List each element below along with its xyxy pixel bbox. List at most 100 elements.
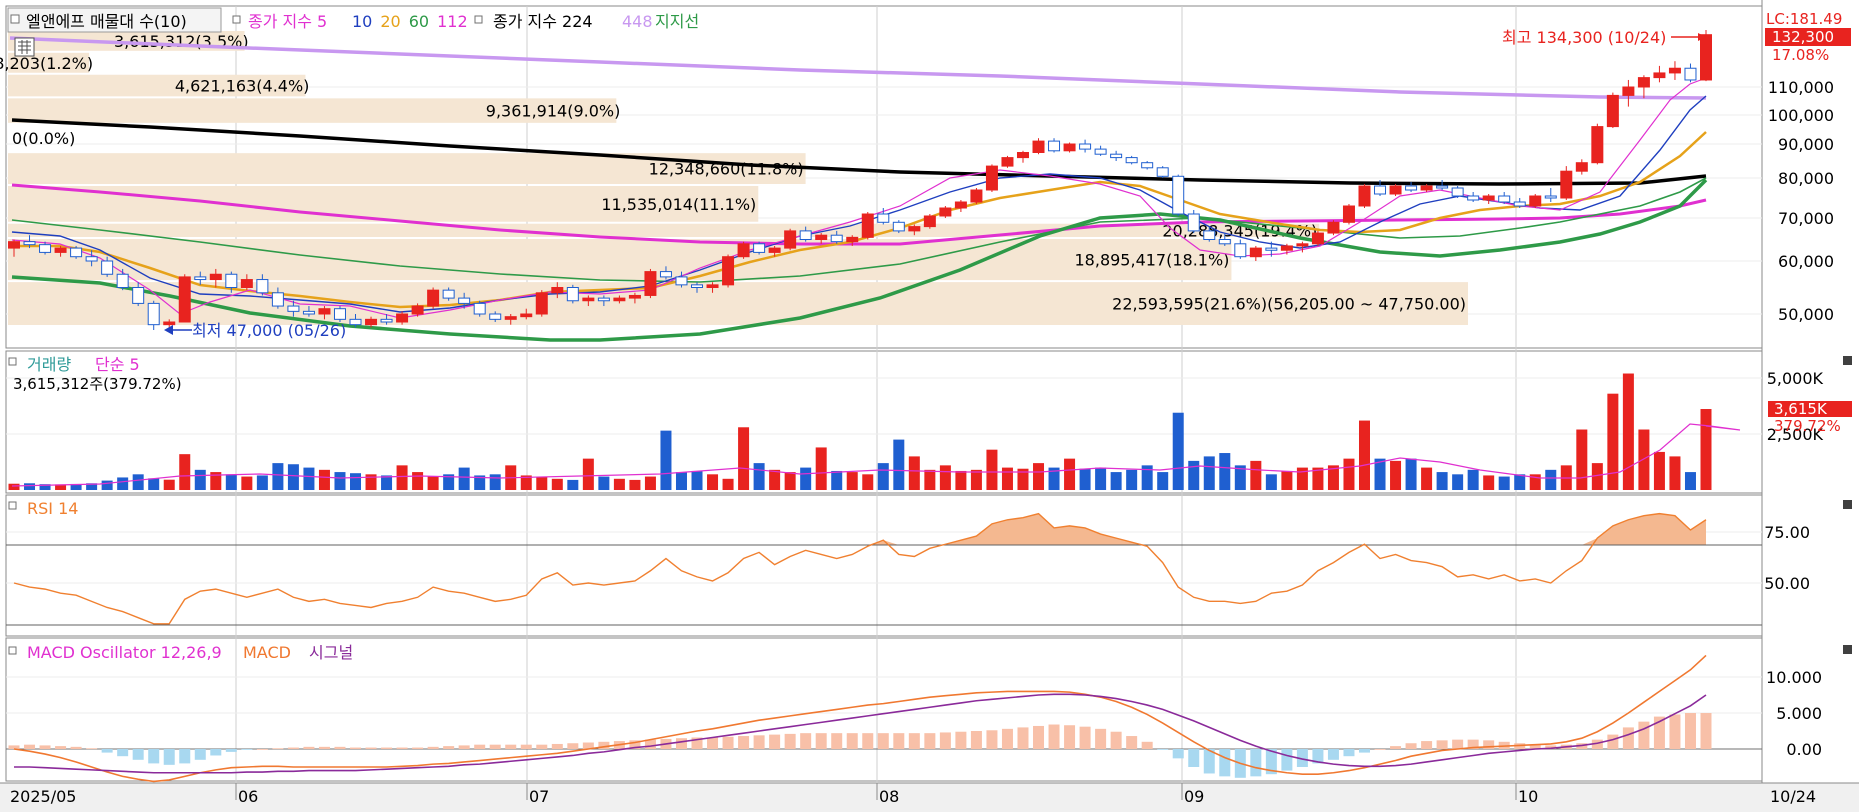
volume-bar <box>629 479 641 490</box>
volume-close-icon[interactable] <box>1843 356 1852 365</box>
candle-body <box>302 310 315 315</box>
macd-osc-bar <box>1390 746 1402 749</box>
macd-osc-bar <box>225 749 237 752</box>
volume-bar <box>1343 458 1355 490</box>
index224-label[interactable]: 종가 지수 224 <box>493 12 593 31</box>
x-axis-label: 10 <box>1518 787 1538 806</box>
rsi-close-icon[interactable] <box>1843 500 1852 509</box>
candle-body <box>1311 232 1324 245</box>
macd-osc-bar <box>1188 749 1200 767</box>
macd-osc-bar <box>148 749 160 764</box>
volume-bar <box>132 474 144 490</box>
volume-bar <box>1576 429 1588 490</box>
volume-bar <box>955 470 967 490</box>
index448-label[interactable]: 448 <box>622 12 653 31</box>
macd-osc-bar <box>1001 728 1013 749</box>
volume-bar <box>877 463 889 490</box>
candle-body <box>116 273 129 288</box>
candle-body <box>985 165 998 191</box>
candle-body <box>70 247 83 258</box>
volume-bar <box>1390 460 1402 490</box>
candle-body <box>1668 67 1681 74</box>
price-axis-label: 90,000 <box>1778 135 1834 154</box>
x-axis-label: 08 <box>879 787 899 806</box>
candle-body <box>178 276 191 323</box>
macd-osc-bar <box>831 733 843 749</box>
macd-osc-bar <box>489 744 501 749</box>
support-label[interactable]: 지지선 <box>655 12 699 31</box>
macd-osc-bar <box>1405 743 1417 749</box>
macd-osc-bar <box>256 749 268 750</box>
ma-period-label[interactable]: 10 <box>352 12 372 31</box>
macd-osc-title: MACD Oscillator 12,26,9 <box>27 643 222 662</box>
candle-body <box>489 313 502 320</box>
volume-bar <box>1514 474 1526 490</box>
volume-bar <box>551 478 563 490</box>
candle-body <box>1436 185 1449 189</box>
grid-toggle-icon[interactable] <box>14 37 35 57</box>
candle-body <box>691 284 704 289</box>
volume-bar <box>1001 467 1013 490</box>
volume-profile-label: 1,208,203(1.2%) <box>0 54 93 73</box>
candle-body <box>1482 195 1495 201</box>
macd-osc-bar <box>443 746 455 749</box>
candle-body <box>1141 162 1154 169</box>
candle-body <box>644 271 657 296</box>
macd-axis-label: 5.000 <box>1776 704 1822 723</box>
volume-bar <box>24 483 36 490</box>
volume-bar <box>707 474 719 490</box>
x-axis-label: 09 <box>1184 787 1204 806</box>
macd-osc-bar <box>70 746 82 749</box>
candle-body <box>1637 77 1650 88</box>
volume-bar <box>598 476 610 490</box>
volume-bar <box>163 479 175 490</box>
macd-osc-bar <box>458 745 470 749</box>
candle-body <box>1529 195 1542 207</box>
volume-bar <box>241 476 253 490</box>
volume-bar <box>1638 429 1650 490</box>
volume-bar <box>1622 373 1634 490</box>
volume-bar <box>1653 451 1665 490</box>
ma-legend-label[interactable]: 종가 지수 5 <box>248 12 327 31</box>
volume-bar <box>1545 469 1557 490</box>
candle-body <box>442 289 455 299</box>
candle-body <box>1575 162 1588 172</box>
candle-body <box>240 279 253 288</box>
ma-period-label[interactable]: 60 <box>409 12 429 31</box>
macd-osc-bar <box>350 747 362 749</box>
macd-osc-bar <box>1700 713 1712 749</box>
ma-period-label[interactable]: 112 <box>437 12 468 31</box>
macd-osc-bar <box>1048 724 1060 749</box>
macd-osc-bar <box>132 749 144 760</box>
volume-bar <box>1172 412 1184 490</box>
volume-bar <box>489 474 501 490</box>
volume-bar <box>272 463 284 490</box>
candle-body <box>722 256 735 286</box>
macd-osc-bar <box>1281 749 1293 771</box>
candle-body <box>1265 247 1278 251</box>
macd-osc-bar <box>117 749 129 757</box>
macd-osc-bar <box>101 749 113 753</box>
volume-bar <box>1421 467 1433 490</box>
candle-body <box>706 284 719 289</box>
volume-bar <box>1281 470 1293 490</box>
high-label: 최고 134,300 (10/24) <box>1502 28 1666 47</box>
candle-body <box>1063 143 1076 152</box>
candle-body <box>535 292 548 315</box>
macd-osc-bar <box>1250 749 1262 777</box>
candle-body <box>737 243 750 258</box>
volume-bar <box>1219 453 1231 490</box>
volume-bar <box>1405 458 1417 490</box>
candle-body <box>520 313 533 318</box>
macd-osc-bar <box>955 731 967 749</box>
candle-body <box>473 302 486 315</box>
macd-close-icon[interactable] <box>1843 645 1852 654</box>
macd-osc-bar <box>1033 725 1045 749</box>
macd-osc-bar <box>474 744 486 749</box>
candle-body <box>1016 152 1029 159</box>
ma-period-label[interactable]: 20 <box>380 12 400 31</box>
candle-body <box>1498 195 1511 203</box>
volume-bar <box>225 474 237 490</box>
x-axis-label: 06 <box>238 787 258 806</box>
candle-body <box>380 318 393 323</box>
